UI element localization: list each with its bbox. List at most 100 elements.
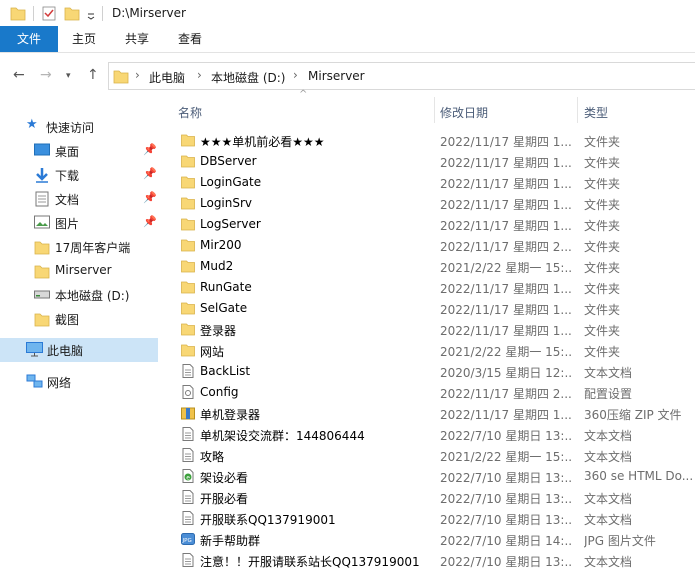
folder-icon	[181, 301, 195, 315]
file-type: 文件夹	[584, 261, 621, 275]
file-date: 2022/11/17 星期四 1...	[440, 408, 572, 422]
chevron-right-icon[interactable]: ›	[197, 68, 202, 82]
file-type: 文本文档	[584, 429, 633, 443]
file-date: 2021/2/22 星期一 15:...	[440, 261, 572, 275]
file-row[interactable]: 单机架设交流群：144806444 2022/7/10 星期日 13:... 文本文…	[172, 424, 695, 445]
tab-share[interactable]: 共享	[115, 26, 159, 52]
chevron-right-icon[interactable]: ›	[135, 68, 140, 82]
file-row[interactable]: 开服联系QQ137919001 2022/7/10 星期日 13:... 文本文档	[172, 508, 695, 529]
file-row[interactable]: 网站 2021/2/22 星期一 15:... 文件夹	[172, 340, 695, 361]
breadcrumb-this-pc[interactable]: 此电脑	[149, 69, 185, 86]
file-row[interactable]: LoginGate 2022/11/17 星期四 1... 文件夹	[172, 172, 695, 193]
pin-icon[interactable]: 📌	[143, 215, 157, 228]
up-arrow-icon[interactable]: ↑	[87, 67, 99, 83]
tab-view[interactable]: 查看	[168, 26, 212, 52]
file-type: 文本文档	[584, 513, 633, 527]
new-folder-icon[interactable]	[64, 4, 80, 22]
forward-arrow-icon[interactable]: →	[40, 67, 52, 83]
jpg-file-icon: JPG	[181, 532, 195, 546]
file-type: 文件夹	[584, 177, 621, 191]
file-row[interactable]: BackList 2020/3/15 星期日 12:... 文本文档	[172, 361, 695, 382]
file-name: Mir200	[200, 238, 242, 252]
breadcrumb-local-disk[interactable]: 本地磁盘 (D:)	[211, 69, 285, 86]
network-icon	[26, 374, 43, 388]
file-list: ★★★单机前必看★★★ 2022/11/17 星期四 1... 文件夹 DBServe…	[172, 130, 695, 574]
file-type: JPG 图片文件	[584, 534, 656, 548]
file-date: 2022/11/17 星期四 2...	[440, 240, 572, 254]
file-row[interactable]: e 架设必看 2022/7/10 星期日 13:... 360 se HTML Do.…	[172, 466, 695, 487]
file-date: 2022/7/10 星期日 13:...	[440, 555, 572, 569]
file-row[interactable]: 登录器 2022/11/17 星期四 1... 文件夹	[172, 319, 695, 340]
file-name: 登录器	[200, 324, 237, 338]
text-file-icon	[181, 490, 195, 504]
column-name[interactable]: 名称	[178, 104, 202, 121]
sidebar-item-mirserver[interactable]: Mirserver	[0, 259, 158, 283]
pin-icon[interactable]: 📌	[143, 191, 157, 204]
file-type: 文件夹	[584, 345, 621, 359]
recent-chevron-icon[interactable]: ▾	[66, 71, 71, 81]
sidebar-item-this-pc[interactable]: 此电脑	[0, 338, 158, 362]
file-row[interactable]: LogServer 2022/11/17 星期四 1... 文件夹	[172, 214, 695, 235]
text-file-icon	[181, 364, 195, 378]
file-row[interactable]: RunGate 2022/11/17 星期四 1... 文件夹	[172, 277, 695, 298]
download-icon	[36, 168, 48, 183]
file-row[interactable]: 注意！！开服请联系站长QQ137919001 2022/7/10 星期日 13:.…	[172, 550, 695, 571]
properties-icon[interactable]	[41, 4, 57, 22]
file-row[interactable]: 开服必看 2022/7/10 星期日 13:... 文本文档	[172, 487, 695, 508]
sidebar-item-screenshots[interactable]: 截图	[0, 307, 158, 331]
breadcrumb-mirserver[interactable]: Mirserver	[308, 69, 365, 83]
back-arrow-icon[interactable]: ←	[13, 67, 25, 83]
sidebar-item-pictures[interactable]: 图片 📌	[0, 211, 158, 235]
sidebar-item-documents[interactable]: 文档 📌	[0, 187, 158, 211]
file-row[interactable]: SelGate 2022/11/17 星期四 1... 文件夹	[172, 298, 695, 319]
file-date: 2020/3/15 星期日 12:...	[440, 366, 572, 380]
file-name: 单机架设交流群：144806444	[200, 429, 365, 443]
folder-icon	[181, 154, 195, 168]
file-type: 文本文档	[584, 492, 633, 506]
file-row[interactable]: Mud2 2021/2/22 星期一 15:... 文件夹	[172, 256, 695, 277]
file-date: 2022/11/17 星期四 2...	[440, 387, 572, 401]
file-name: RunGate	[200, 280, 252, 294]
sidebar-item-desktop[interactable]: 桌面 📌	[0, 139, 158, 163]
file-row[interactable]: 攻略 2021/2/22 星期一 15:... 文本文档	[172, 445, 695, 466]
file-row[interactable]: JPG 新手帮助群 2022/7/10 星期日 14:... JPG 图片文件	[172, 529, 695, 550]
file-row[interactable]: DBServer 2022/11/17 星期四 1... 文件夹	[172, 151, 695, 172]
column-type[interactable]: 类型	[584, 104, 608, 121]
title-bar: D:\Mirserver	[0, 0, 695, 26]
pin-icon[interactable]: 📌	[143, 167, 157, 180]
tab-home[interactable]: 主页	[62, 26, 106, 52]
sidebar-item-quick-access[interactable]: ★ 快速访问	[0, 115, 158, 139]
file-row[interactable]: Mir200 2022/11/17 星期四 2... 文件夹	[172, 235, 695, 256]
file-row[interactable]: Config 2022/11/17 星期四 2... 配置设置	[172, 382, 695, 403]
text-file-icon	[181, 511, 195, 525]
file-name: LoginSrv	[200, 196, 253, 210]
html-file-icon: e	[181, 469, 195, 483]
file-row[interactable]: ★★★单机前必看★★★ 2022/11/17 星期四 1... 文件夹	[172, 130, 695, 151]
tab-file[interactable]: 文件	[0, 26, 58, 52]
zip-file-icon	[181, 406, 195, 420]
file-name: 注意！！开服请联系站长QQ137919001	[200, 555, 420, 569]
sidebar-item-17th-client[interactable]: 17周年客户端	[0, 235, 158, 259]
sort-ascending-icon: ^	[299, 89, 308, 100]
address-bar-area: ← → ▾ ↑ › 此电脑 › 本地磁盘 (D:) › Mirserver	[0, 53, 695, 97]
pin-icon[interactable]: 📌	[143, 143, 157, 156]
folder-icon	[34, 241, 50, 255]
folder-icon	[181, 217, 195, 231]
file-name: 单机登录器	[200, 408, 261, 422]
column-date[interactable]: 修改日期	[440, 104, 488, 121]
sidebar-item-local-disk[interactable]: 本地磁盘 (D:)	[0, 283, 158, 307]
file-name: SelGate	[200, 301, 248, 315]
chevron-down-icon[interactable]	[86, 4, 96, 22]
sidebar-item-network[interactable]: 网络	[0, 370, 158, 394]
file-type: 360 se HTML Do...	[584, 469, 694, 483]
file-date: 2022/11/17 星期四 1...	[440, 324, 572, 338]
address-bar[interactable]: › 此电脑 › 本地磁盘 (D:) › Mirserver	[108, 62, 695, 90]
file-date: 2022/11/17 星期四 1...	[440, 282, 572, 296]
chevron-right-icon[interactable]: ›	[293, 68, 298, 82]
sidebar-item-downloads[interactable]: 下载 📌	[0, 163, 158, 187]
file-row[interactable]: LoginSrv 2022/11/17 星期四 1... 文件夹	[172, 193, 695, 214]
file-type: 文件夹	[584, 135, 621, 149]
file-date: 2022/11/17 星期四 1...	[440, 135, 572, 149]
file-row[interactable]: 单机登录器 2022/11/17 星期四 1... 360压缩 ZIP 文件	[172, 403, 695, 424]
file-type: 360压缩 ZIP 文件	[584, 408, 682, 422]
